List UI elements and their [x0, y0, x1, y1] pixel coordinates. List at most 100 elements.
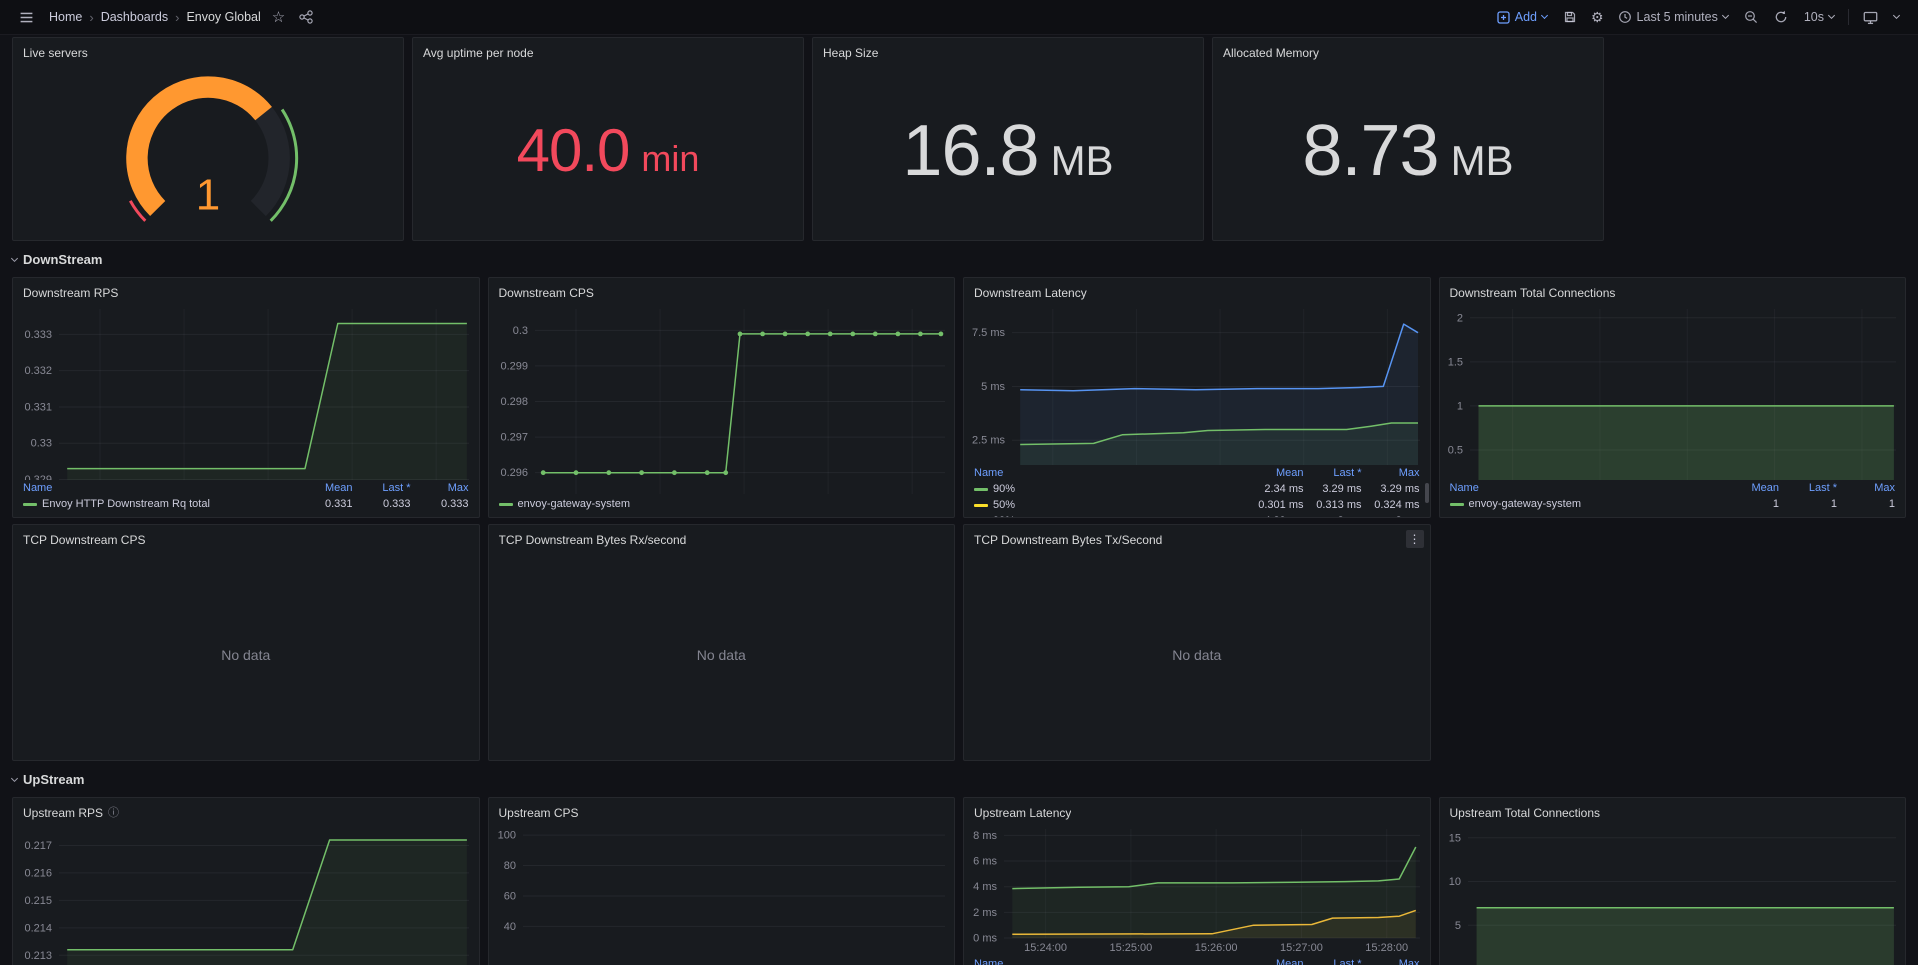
panel-menu-kebab-icon[interactable]: ⋮ [1406, 530, 1424, 548]
legend-header[interactable]: Mean [1721, 480, 1779, 496]
legend-header[interactable]: Name [1450, 480, 1722, 496]
legend-header[interactable]: Max [411, 480, 469, 496]
panel-title[interactable]: Upstream Total Connections [1450, 806, 1601, 820]
legend-series-label[interactable]: 99% [974, 513, 1246, 517]
legend-value: 0.333 [411, 496, 469, 512]
upstream-latency-legend: NameMeanLast *Max [964, 956, 1430, 965]
svg-text:10: 10 [1448, 876, 1460, 888]
legend-row: envoy-gateway-system [499, 496, 945, 512]
panel-title[interactable]: TCP Downstream Bytes Tx/Second [974, 533, 1162, 547]
panel-title[interactable]: Avg uptime per node [423, 46, 534, 60]
section-label: UpStream [23, 772, 84, 787]
downstream-cps-chart[interactable]: 0.2960.2970.2980.2990.315:24:0015:25:001… [489, 302, 955, 496]
legend-header[interactable]: Mean [295, 480, 353, 496]
svg-text:0.214: 0.214 [24, 922, 52, 934]
legend-header[interactable]: Mean [1246, 465, 1304, 481]
refresh-interval-picker[interactable]: 10s [1797, 0, 1841, 34]
stats-row: Live servers 1 Avg uptime per node 40.0 … [12, 37, 1906, 241]
panel-title[interactable]: Allocated Memory [1223, 46, 1319, 60]
upstream-connections-chart[interactable]: 51015 [1440, 822, 1906, 965]
legend-value: 8 ms [1304, 513, 1362, 517]
panel-title[interactable]: TCP Downstream CPS [23, 533, 145, 547]
add-button[interactable]: Add [1490, 0, 1554, 34]
legend-header[interactable]: Mean [1246, 956, 1304, 965]
panel-downstream-latency: Downstream Latency 0 ms2.5 ms5 ms7.5 ms1… [963, 277, 1431, 518]
toolbar-overflow-button[interactable] [1887, 0, 1906, 34]
panel-title[interactable]: Downstream Total Connections [1450, 286, 1616, 300]
panel-avg-uptime: Avg uptime per node 40.0 min [412, 37, 804, 241]
no-data-message: No data [13, 549, 479, 760]
kiosk-mode-button[interactable] [1856, 0, 1885, 34]
share-icon [299, 10, 313, 24]
downstream-latency-legend[interactable]: NameMeanLast *Max90%2.34 ms3.29 ms3.29 m… [964, 465, 1430, 517]
legend-header[interactable]: Name [974, 465, 1246, 481]
panel-title[interactable]: Downstream CPS [499, 286, 594, 300]
legend-header-row: NameMeanLast *Max [23, 480, 469, 496]
favorite-star-button[interactable]: ☆ [267, 0, 290, 34]
panel-live-servers: Live servers 1 [12, 37, 404, 241]
section-row-upstream[interactable]: UpStream [12, 761, 1906, 797]
dashboard-settings-button[interactable]: ⚙ [1586, 0, 1609, 34]
stat-value: 40.0 [517, 121, 630, 181]
upstream-latency-chart[interactable]: 0 ms2 ms4 ms6 ms8 ms15:24:0015:25:0015:2… [964, 822, 1430, 956]
breadcrumb-current: Envoy Global [186, 10, 260, 24]
panel-title[interactable]: Upstream CPS [499, 806, 579, 820]
time-range-picker[interactable]: Last 5 minutes [1611, 0, 1735, 34]
legend-series-label[interactable]: 90% [974, 481, 1246, 497]
info-icon[interactable]: ⓘ [108, 808, 119, 819]
tcp-row: TCP Downstream CPS No data TCP Downstrea… [12, 524, 1906, 761]
legend-header[interactable]: Last * [353, 480, 411, 496]
panel-title[interactable]: Downstream RPS [23, 286, 118, 300]
legend-header[interactable]: Last * [1304, 956, 1362, 965]
top-nav: Home › Dashboards › Envoy Global ☆ Add [0, 0, 1918, 35]
legend-value: 2.34 ms [1246, 481, 1304, 497]
menu-toggle-button[interactable] [12, 0, 41, 34]
panel-downstream-rps: Downstream RPS 0.3290.330.3310.3320.3331… [12, 277, 480, 518]
panel-tcp-downstream-rx: TCP Downstream Bytes Rx/second No data [488, 524, 956, 761]
section-row-downstream[interactable]: DownStream [12, 241, 1906, 277]
refresh-button[interactable] [1767, 0, 1795, 34]
downstream-latency-chart[interactable]: 0 ms2.5 ms5 ms7.5 ms15:24:0015:25:0015:2… [964, 302, 1430, 465]
breadcrumb-home[interactable]: Home [49, 10, 82, 24]
upstream-cps-chart[interactable]: 406080100 [489, 822, 955, 965]
legend-header[interactable]: Max [1837, 480, 1895, 496]
panel-title[interactable]: Heap Size [823, 46, 878, 60]
svg-text:4 ms: 4 ms [973, 881, 997, 893]
svg-text:6 ms: 6 ms [973, 856, 997, 868]
panel-title[interactable]: Upstream RPS [23, 806, 103, 820]
stat-value: 16.8 [902, 115, 1038, 187]
svg-text:15:24:00: 15:24:00 [1024, 942, 1067, 954]
zoom-out-time-button[interactable] [1737, 0, 1765, 34]
svg-text:0.332: 0.332 [24, 365, 52, 377]
panel-title[interactable]: Downstream Latency [974, 286, 1087, 300]
panel-title[interactable]: Live servers [23, 46, 88, 60]
save-dashboard-button[interactable] [1556, 0, 1584, 34]
panel-tcp-downstream-tx: TCP Downstream Bytes Tx/Second ⋮ No data [963, 524, 1431, 761]
legend-header[interactable]: Name [23, 480, 295, 496]
legend-series-label[interactable]: Envoy HTTP Downstream Rq total [23, 496, 295, 512]
legend-series-label[interactable]: envoy-gateway-system [499, 496, 945, 512]
live-servers-gauge[interactable]: 1 [13, 62, 403, 240]
avg-uptime-stat: 40.0 min [413, 62, 803, 240]
panel-upstream-rps: Upstream RPS ⓘ 0.2130.2140.2150.2160.217 [12, 797, 480, 965]
legend-series-label[interactable]: envoy-gateway-system [1450, 496, 1722, 512]
legend-header[interactable]: Name [974, 956, 1246, 965]
svg-text:1: 1 [1456, 400, 1462, 412]
share-button[interactable] [292, 0, 320, 34]
legend-header[interactable]: Max [1362, 465, 1420, 481]
legend-header[interactable]: Last * [1779, 480, 1837, 496]
clock-icon [1618, 10, 1632, 24]
upstream-rps-chart[interactable]: 0.2130.2140.2150.2160.217 [13, 822, 479, 965]
panel-upstream-cps: Upstream CPS 406080100 [488, 797, 956, 965]
downstream-rps-chart[interactable]: 0.3290.330.3310.3320.33315:24:0015:25:00… [13, 302, 479, 480]
legend-header[interactable]: Last * [1304, 465, 1362, 481]
downstream-connections-chart[interactable]: 00.511.5215:24:0015:25:0015:26:0015:27:0… [1440, 302, 1906, 480]
panel-title[interactable]: Upstream Latency [974, 806, 1071, 820]
legend-value: 1 [1779, 496, 1837, 512]
breadcrumb-dashboards[interactable]: Dashboards [101, 10, 168, 24]
legend-series-label[interactable]: 50% [974, 497, 1246, 513]
upstream-charts-row: Upstream RPS ⓘ 0.2130.2140.2150.2160.217… [12, 797, 1906, 965]
panel-downstream-total-connections: Downstream Total Connections 00.511.5215… [1439, 277, 1907, 518]
legend-header[interactable]: Max [1362, 956, 1420, 965]
panel-title[interactable]: TCP Downstream Bytes Rx/second [499, 533, 687, 547]
